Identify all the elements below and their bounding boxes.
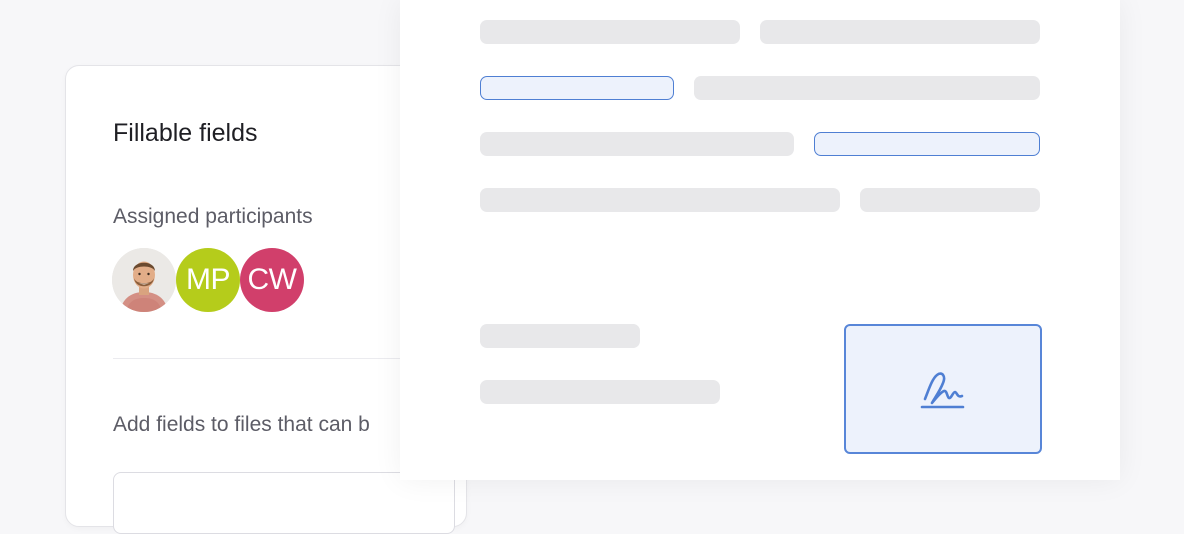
document-preview [400, 0, 1120, 480]
placeholder-line [480, 132, 794, 156]
signature-field[interactable] [844, 324, 1042, 454]
help-text: Add fields to files that can b [113, 413, 370, 436]
person-photo-icon [112, 248, 176, 312]
placeholder-line [480, 380, 720, 404]
signature-icon [920, 372, 965, 409]
placeholder-line [480, 20, 740, 44]
placeholder-line [860, 188, 1040, 212]
panel-title: Fillable fields [113, 119, 258, 147]
placeholder-line [760, 20, 1040, 44]
placeholder-line [480, 324, 640, 348]
fillable-field[interactable] [814, 132, 1040, 156]
avatar-photo[interactable] [112, 248, 176, 312]
placeholder-line [694, 76, 1040, 100]
avatar-cw[interactable]: CW [240, 248, 304, 312]
avatar-mp[interactable]: MP [176, 248, 240, 312]
fillable-field[interactable] [480, 76, 674, 100]
field-input[interactable] [113, 472, 455, 534]
placeholder-line [480, 188, 840, 212]
assigned-participants-label: Assigned participants [113, 205, 313, 228]
